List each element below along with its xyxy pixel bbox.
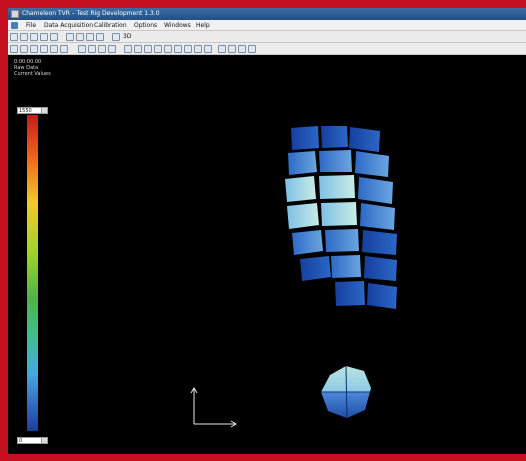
menu-data-acquisition[interactable]: Data Acquisition [44,20,93,31]
copy-icon[interactable] [174,45,182,53]
hex-sensor [321,365,371,419]
menu-calibration[interactable]: Calibration [94,20,127,31]
plus-icon[interactable] [218,45,226,53]
3d-viewport[interactable]: 0:00:00.00 Raw Data Current Values 1550 … [8,55,526,454]
sensor-cell [360,203,395,230]
menu-file[interactable]: File [26,20,36,31]
sensor-cell [321,126,348,148]
snapshot-icon[interactable] [164,45,172,53]
sensor-cell [364,256,397,281]
axes-icon [190,387,237,428]
grid-toggle-icon[interactable] [154,45,162,53]
select-icon[interactable] [134,45,142,53]
sensor-cell [362,230,397,255]
menu-bar: File Data Acquisition Calibration Option… [8,20,526,31]
sensor-cell [300,256,331,281]
record-icon[interactable] [40,45,48,53]
screenshot-frame: Chameleon TVR – Test Rig Development 1.3… [0,0,526,461]
sensor-cell [285,176,316,202]
app-icon [11,10,19,18]
sensor-cell [319,175,355,199]
grid-icon[interactable] [50,33,58,41]
open-icon[interactable] [10,33,18,41]
menu-help[interactable]: Help [196,20,210,31]
settings-icon[interactable] [40,33,48,41]
sensor-cell [358,177,393,204]
measure-icon[interactable] [144,45,152,53]
pointer-icon[interactable] [124,45,132,53]
sensor-cell [291,126,319,150]
layout-icon[interactable] [10,45,18,53]
import-icon[interactable] [194,45,202,53]
title-bar: Chameleon TVR – Test Rig Development 1.3… [8,8,526,20]
sensor-cell [355,151,389,177]
zoom-in-icon[interactable] [238,45,246,53]
export-icon[interactable] [184,45,192,53]
menu-windows[interactable]: Windows [164,20,191,31]
mode-3d-label[interactable]: 3D [123,31,131,43]
sensor-cell [331,255,361,278]
toolbar-primary: 3D [8,31,526,43]
rewind-icon[interactable] [30,45,38,53]
sensor-cell [321,202,357,226]
view-top-icon[interactable] [86,33,94,41]
stop-icon[interactable] [60,45,68,53]
view-iso-icon[interactable] [96,33,104,41]
sensor-cell [319,150,352,172]
reset-icon[interactable] [108,45,116,53]
zoom-out-icon[interactable] [248,45,256,53]
sensor-cell [325,229,359,252]
sensor-grid [285,126,397,309]
view-side-icon[interactable] [76,33,84,41]
sensor-cell [335,281,365,306]
pan-icon[interactable] [88,45,96,53]
window-title: Chameleon TVR – Test Rig Development 1.3… [22,10,160,17]
sensor-cell [287,203,319,229]
sensor-cell [367,283,397,309]
zoom-icon[interactable] [98,45,106,53]
rotate-icon[interactable] [78,45,86,53]
toolbar-secondary [8,43,526,55]
chart-icon[interactable] [112,33,120,41]
sensor-cell [288,151,317,175]
sensor-scene [285,126,397,419]
menu-options[interactable]: Options [134,20,157,31]
view-front-icon[interactable] [66,33,74,41]
save-icon[interactable] [20,33,28,41]
flag-icon[interactable] [204,45,212,53]
minus-icon[interactable] [228,45,236,53]
frame-icon[interactable] [20,45,28,53]
print-icon[interactable] [30,33,38,41]
sensor-cell [349,127,380,152]
sensor-cell [292,230,323,255]
play-icon[interactable] [50,45,58,53]
application-window: Chameleon TVR – Test Rig Development 1.3… [8,8,526,454]
system-menu-icon[interactable] [11,22,18,29]
